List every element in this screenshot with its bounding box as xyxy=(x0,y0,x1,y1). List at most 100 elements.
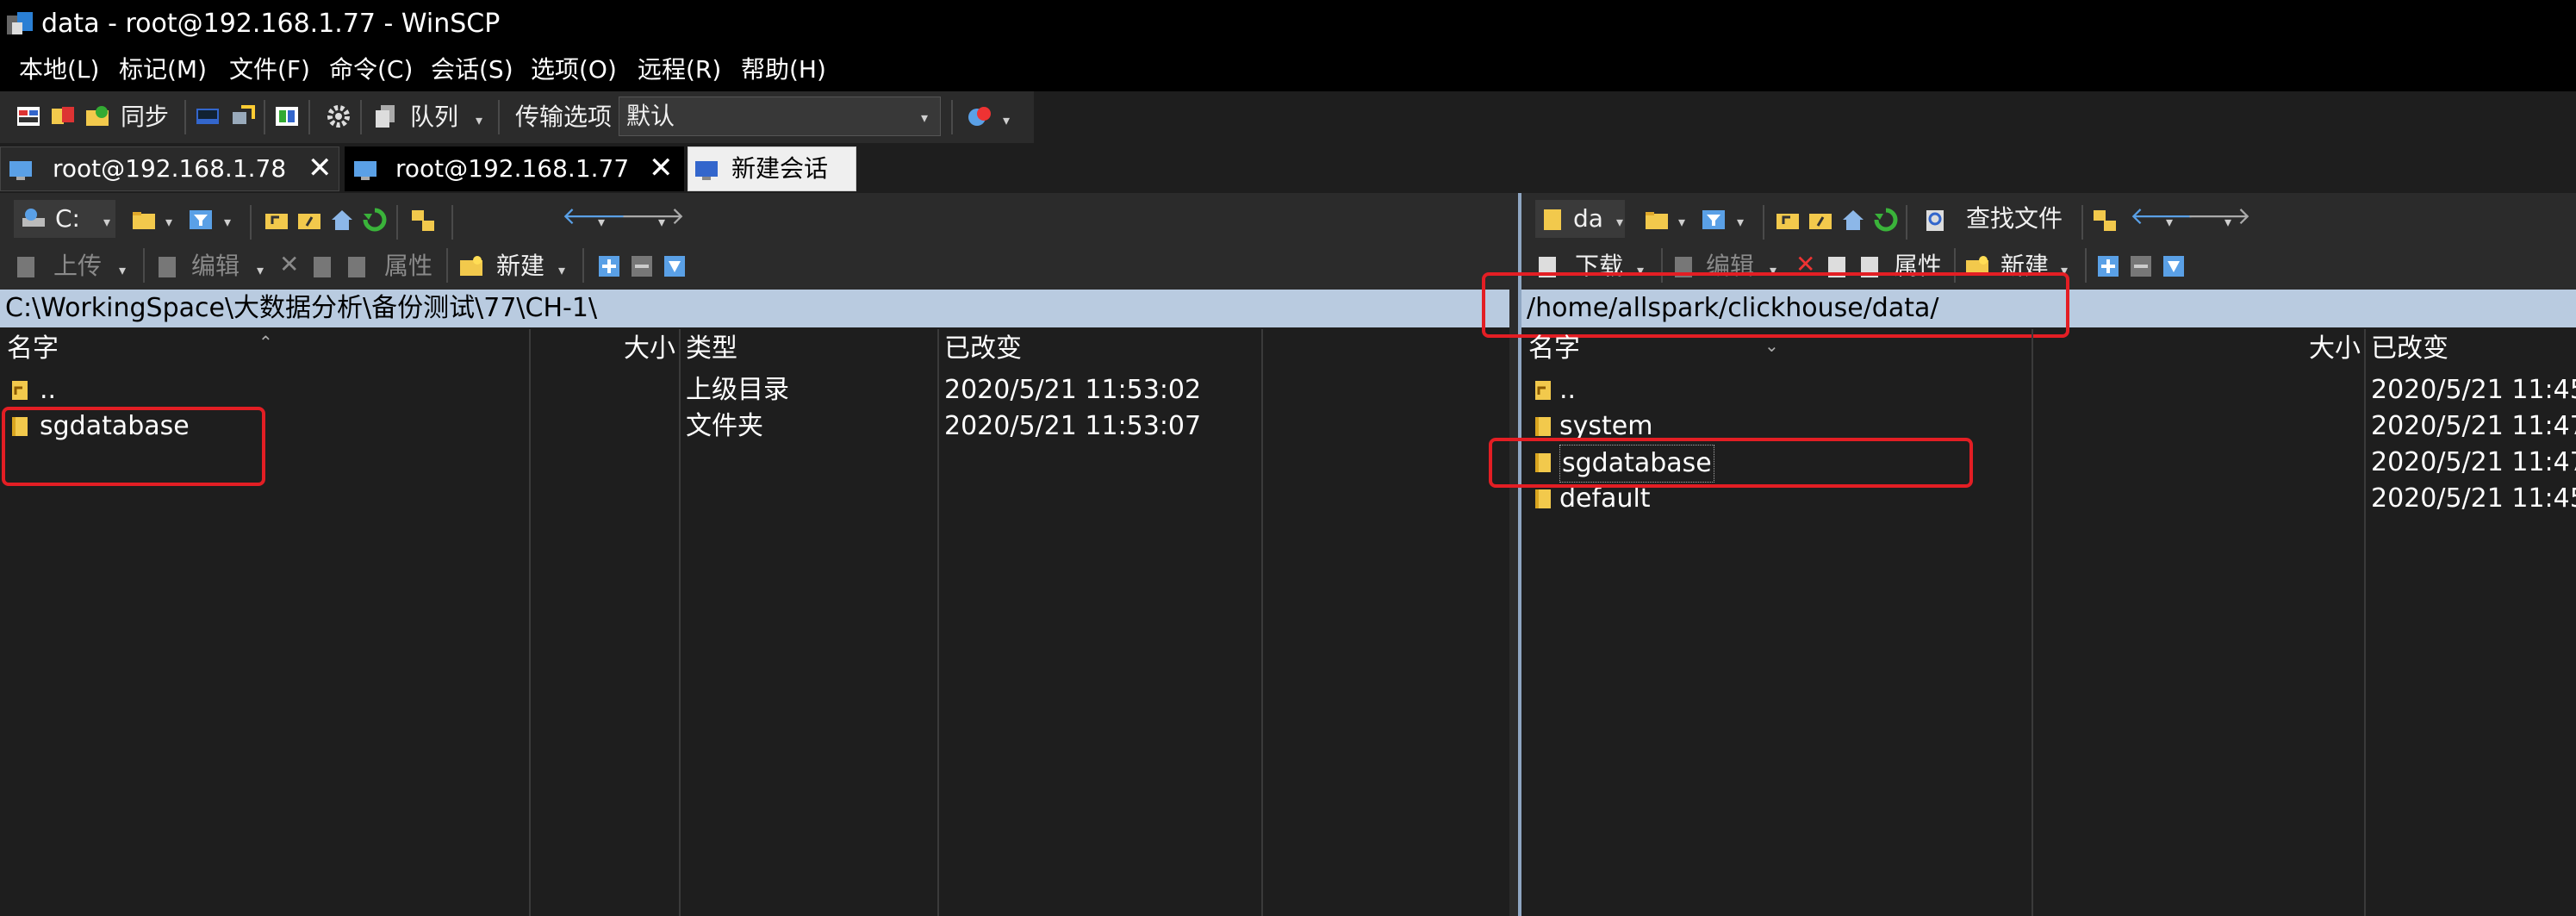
chevron-down-icon[interactable]: ▾ xyxy=(165,214,172,231)
chevron-down-icon[interactable]: ▾ xyxy=(558,262,565,279)
menu-local[interactable]: 本地(L) xyxy=(19,53,99,86)
chevron-down-icon[interactable]: ▾ xyxy=(2224,214,2231,231)
menu-mark[interactable]: 标记(M) xyxy=(119,53,207,86)
chevron-down-icon[interactable]: ▾ xyxy=(658,214,665,231)
filter-icon[interactable] xyxy=(1701,207,1727,233)
separator xyxy=(1763,205,1764,240)
unselect-icon[interactable] xyxy=(629,253,655,279)
file-type: 文件夹 xyxy=(686,411,763,441)
refresh-icon[interactable] xyxy=(1873,207,1899,233)
edit-icon[interactable] xyxy=(155,253,181,279)
filter-icon[interactable] xyxy=(188,207,214,233)
parent-directory-icon[interactable] xyxy=(1775,207,1801,233)
chevron-down-icon[interactable]: ▾ xyxy=(2166,214,2173,231)
separator xyxy=(184,100,186,134)
local-drive-select[interactable]: C: xyxy=(14,200,115,238)
queue-label[interactable]: 队列 xyxy=(410,101,458,134)
chevron-down-icon[interactable]: ▾ xyxy=(1003,112,1010,129)
chevron-down-icon[interactable]: ▾ xyxy=(598,214,605,231)
transfer-preset-select[interactable]: 默认 ▾ xyxy=(619,97,941,136)
separator xyxy=(360,100,362,134)
transfer-icon[interactable] xyxy=(274,103,300,129)
putty-icon[interactable] xyxy=(229,103,255,129)
forward-icon[interactable]: 🡒 xyxy=(620,200,685,233)
chevron-down-icon[interactable]: ▾ xyxy=(103,214,110,231)
console-icon[interactable] xyxy=(195,103,221,129)
separator xyxy=(2081,205,2083,240)
open-folder-icon[interactable] xyxy=(1644,207,1670,233)
chevron-down-icon[interactable]: ▾ xyxy=(224,214,231,231)
chevron-down-icon[interactable]: ▾ xyxy=(1737,214,1744,231)
back-icon[interactable]: 🡐 xyxy=(562,200,626,233)
tree-icon[interactable] xyxy=(410,207,436,233)
menu-options[interactable]: 选项(O) xyxy=(531,53,617,86)
chevron-down-icon[interactable]: ▾ xyxy=(257,262,264,279)
chevron-down-icon[interactable]: ▾ xyxy=(1616,214,1623,231)
col-name[interactable]: 名字 xyxy=(7,333,59,365)
delete-icon[interactable]: ✕ xyxy=(279,248,299,281)
menu-command[interactable]: 命令(C) xyxy=(329,53,413,86)
parent-directory-icon[interactable] xyxy=(264,207,289,233)
refresh-icon[interactable] xyxy=(362,207,388,233)
sort-asc-icon: ⌃ xyxy=(258,332,273,352)
local-path-bar[interactable]: C:\WorkingSpace\大数据分析\备份测试\77\CH-1\ xyxy=(0,290,1509,327)
tree-icon[interactable] xyxy=(2092,207,2118,233)
menu-session[interactable]: 会话(S) xyxy=(431,53,513,86)
edit-button[interactable]: 编辑 xyxy=(191,250,240,283)
filter-select-icon[interactable] xyxy=(2161,253,2187,279)
chevron-down-icon[interactable]: ▾ xyxy=(1678,214,1685,231)
remote-folder-label: da xyxy=(1573,204,1603,233)
highlight-box xyxy=(1489,438,1973,488)
preferences-icon[interactable] xyxy=(967,103,992,129)
list-item[interactable]: .. 上级目录 2020/5/21 11:53:02 xyxy=(0,372,1509,408)
separator xyxy=(451,205,453,240)
open-folder-icon[interactable] xyxy=(131,207,157,233)
forward-icon[interactable]: 🡒 xyxy=(2187,200,2251,233)
chevron-down-icon[interactable]: ▾ xyxy=(921,109,928,127)
close-icon[interactable]: ✕ xyxy=(308,151,333,185)
queue-icon[interactable] xyxy=(372,103,398,129)
properties-icon[interactable] xyxy=(345,253,370,279)
upload-icon[interactable] xyxy=(14,253,40,279)
close-icon[interactable]: ✕ xyxy=(649,151,674,185)
separator xyxy=(396,205,398,240)
list-item[interactable]: .. 2020/5/21 11:45 xyxy=(1521,372,2576,408)
new-folder-icon[interactable] xyxy=(458,253,484,279)
menu-help[interactable]: 帮助(H) xyxy=(741,53,826,86)
filter-select-icon[interactable] xyxy=(662,253,688,279)
menu-file[interactable]: 文件(F) xyxy=(229,53,310,86)
home-icon[interactable] xyxy=(329,207,355,233)
remote-folder-select[interactable]: da xyxy=(1535,200,1625,238)
gear-icon[interactable] xyxy=(326,103,352,129)
tab-session-78[interactable]: root@192.168.1.78 ✕ xyxy=(0,146,339,191)
properties-button[interactable]: 属性 xyxy=(384,250,432,283)
new-button[interactable]: 新建 xyxy=(496,250,544,283)
col-size[interactable]: 大小 xyxy=(2309,333,2361,365)
synchronize-browsing-icon[interactable] xyxy=(50,103,76,129)
upload-button[interactable]: 上传 xyxy=(53,250,102,283)
rename-icon[interactable] xyxy=(310,253,336,279)
col-name[interactable]: 名字 xyxy=(1528,333,1580,365)
menu-remote[interactable]: 远程(R) xyxy=(638,53,721,86)
find-files-icon[interactable] xyxy=(1923,207,1949,233)
col-type[interactable]: 类型 xyxy=(686,333,737,365)
root-directory-icon[interactable] xyxy=(296,207,322,233)
col-size[interactable]: 大小 xyxy=(624,333,675,365)
chevron-down-icon[interactable]: ▾ xyxy=(476,112,482,129)
sync-icon[interactable] xyxy=(84,103,110,129)
compare-directories-icon[interactable] xyxy=(16,103,41,129)
unselect-icon[interactable] xyxy=(2128,253,2154,279)
col-modified[interactable]: 已改变 xyxy=(944,333,1022,365)
tab-new-session[interactable]: 新建会话 xyxy=(688,146,856,191)
back-icon[interactable]: 🡐 xyxy=(2130,200,2194,233)
separator xyxy=(446,248,448,283)
home-icon[interactable] xyxy=(1840,207,1866,233)
tab-session-77[interactable]: root@192.168.1.77 ✕ xyxy=(345,146,684,191)
select-all-icon[interactable] xyxy=(596,253,622,279)
col-modified[interactable]: 已改变 xyxy=(2371,333,2448,365)
find-files-button[interactable]: 查找文件 xyxy=(1966,203,2063,235)
sync-label[interactable]: 同步 xyxy=(121,101,169,134)
chevron-down-icon[interactable]: ▾ xyxy=(119,262,126,279)
select-all-icon[interactable] xyxy=(2095,253,2121,279)
root-directory-icon[interactable] xyxy=(1808,207,1833,233)
